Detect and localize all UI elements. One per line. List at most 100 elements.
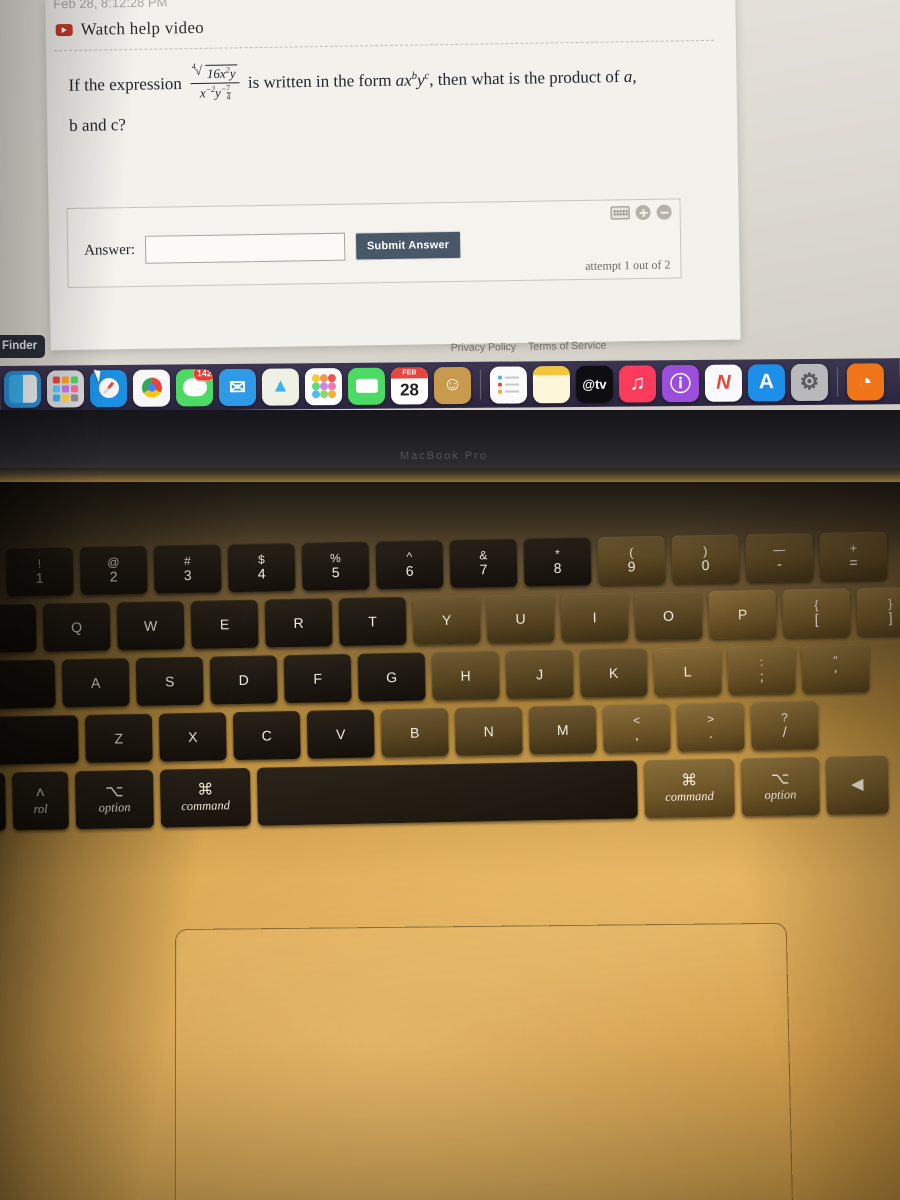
key-;[interactable]: :; xyxy=(727,645,796,695)
key-z[interactable]: Z xyxy=(84,713,153,764)
key-5[interactable]: % 5 xyxy=(301,541,370,591)
key-=[interactable]: + = xyxy=(819,531,888,581)
key-m[interactable]: M xyxy=(528,705,597,755)
key-upper-label: ? xyxy=(781,710,788,725)
key-c[interactable]: C xyxy=(232,710,301,761)
keyboard-home-row[interactable]: A S D F G H J K L:; " ' xyxy=(0,643,900,710)
key-g[interactable]: G xyxy=(357,652,426,702)
keyboard-qwerty-row[interactable]: Q W E R T Y U I O P {[}] xyxy=(0,586,900,654)
key-/[interactable]: ? / xyxy=(750,700,819,751)
zoom-out-icon[interactable] xyxy=(656,204,672,220)
finder-menu-label[interactable]: Finder xyxy=(0,335,46,358)
privacy-policy-link[interactable]: Privacy Policy xyxy=(451,341,517,354)
key-w[interactable]: W xyxy=(116,601,185,651)
dock-icon-calendar[interactable]: FEB 28 xyxy=(390,366,429,405)
key-0[interactable]: ) 0 xyxy=(671,534,740,584)
dock-icon-system-preferences[interactable]: ⚙ xyxy=(790,363,829,401)
key-i[interactable]: I xyxy=(560,592,629,642)
key-x[interactable]: X xyxy=(158,712,227,762)
key-9[interactable]: (9 xyxy=(597,535,666,586)
key-4[interactable]: $4 xyxy=(227,542,296,593)
zoom-in-icon[interactable] xyxy=(635,204,651,221)
key-f[interactable]: F xyxy=(283,653,352,704)
dock-icon-maps[interactable]: ▲ xyxy=(261,367,300,406)
key-p[interactable]: P xyxy=(708,589,777,640)
key-[[interactable]: {[ xyxy=(782,588,851,638)
dock-icon-podcasts[interactable]: ⓘ xyxy=(661,364,700,402)
dock-icon-facetime[interactable] xyxy=(347,367,386,405)
key-6[interactable]: ^ 6 xyxy=(375,540,444,590)
key-e[interactable]: E xyxy=(190,599,259,649)
key-upper-label: * xyxy=(554,546,560,561)
key-b[interactable]: B xyxy=(380,708,449,758)
dock-icon-music[interactable]: ♫ xyxy=(618,364,657,403)
key-label: 9 xyxy=(627,558,636,575)
dock-icon-notes[interactable] xyxy=(532,365,571,403)
key-y[interactable]: Y xyxy=(412,595,481,645)
key-n[interactable]: N xyxy=(454,706,523,756)
key-d[interactable]: D xyxy=(209,655,278,705)
key-option-right[interactable]: ⌥ option xyxy=(740,756,820,817)
key-t[interactable]: T xyxy=(338,596,407,647)
watch-help-video-link[interactable]: Watch help video xyxy=(55,18,205,40)
key-8[interactable]: * 8 xyxy=(523,537,592,587)
key-'[interactable]: " ' xyxy=(801,643,870,694)
key-1[interactable]: ! 1 xyxy=(5,547,74,597)
dock-icon-news[interactable]: N xyxy=(704,364,743,402)
dock-icon-mail[interactable]: ✉ xyxy=(218,368,257,406)
key-s[interactable]: S xyxy=(135,656,204,707)
key-modifier-label: option xyxy=(98,800,131,816)
key--[interactable]: — - xyxy=(745,533,814,583)
dock-icon-messages[interactable]: 142 xyxy=(175,368,214,406)
key-u[interactable]: U xyxy=(486,593,555,644)
key-tab[interactable] xyxy=(0,603,37,654)
key-control[interactable]: ˄ rol xyxy=(11,771,70,831)
terms-of-service-link[interactable]: Terms of Service xyxy=(528,340,606,353)
dock-icon-launchpad[interactable] xyxy=(46,369,85,408)
key-l[interactable]: L xyxy=(653,646,722,697)
key-][interactable]: }] xyxy=(856,586,900,637)
key-r[interactable]: R xyxy=(264,598,333,648)
submit-answer-button[interactable]: Submit Answer xyxy=(354,230,462,261)
key-label: M xyxy=(556,721,569,738)
key-2[interactable]: @2 xyxy=(79,545,148,596)
key-label: L xyxy=(683,663,692,680)
key-,[interactable]: <, xyxy=(602,703,671,754)
dock-icon-apple-tv[interactable]: @tv xyxy=(575,365,614,403)
key-.[interactable]: >. xyxy=(676,702,745,752)
dock-icon-chrome[interactable] xyxy=(132,369,171,407)
key-label: 4 xyxy=(257,565,266,582)
dock-icon-photos[interactable] xyxy=(304,367,343,405)
dock-icon-finder[interactable] xyxy=(3,370,42,408)
key-capslock[interactable] xyxy=(0,659,56,710)
key-h[interactable]: H xyxy=(431,651,500,701)
dock-icon-app-store[interactable]: A xyxy=(747,363,786,401)
key-control-caret[interactable]: ˄ xyxy=(0,772,7,832)
key-arrow-left[interactable]: ◀ xyxy=(825,755,889,815)
key-q[interactable]: Q xyxy=(42,602,111,652)
key-modifier-glyph: ⌥ xyxy=(104,782,124,801)
key-3[interactable]: #3 xyxy=(153,544,222,594)
dock-icon-reminders[interactable] xyxy=(489,365,528,404)
key-a[interactable]: A xyxy=(61,658,130,708)
key-o[interactable]: O xyxy=(634,591,703,641)
key-option-left[interactable]: ⌥ option xyxy=(74,769,155,830)
key-shift[interactable] xyxy=(0,715,79,766)
key-j[interactable]: J xyxy=(505,649,574,699)
key-k[interactable]: K xyxy=(579,648,648,698)
key-command-right[interactable]: ⌘ command xyxy=(643,758,735,819)
answer-input[interactable] xyxy=(144,232,346,264)
macos-dock[interactable]: 142 ✉ ▲ FEB 28 ☺ @tv ♫ ⓘ N A ⚙ ◔ xyxy=(0,358,900,412)
dock-icon-origin[interactable]: ◔ xyxy=(846,362,885,401)
laptop-keyboard[interactable]: ! 1 @2 #3 $4% 5 ^ 6 & 7 * 8(9) 0— - + = Q W E R T Y U I O P{[}] … xyxy=(0,531,900,910)
dock-icon-contacts[interactable]: ☺ xyxy=(433,366,472,404)
keyboard-modifier-row[interactable]: ˄˄rol⌥option⌘command⌘command⌥option◀ xyxy=(0,755,900,832)
keyboard-icon[interactable] xyxy=(610,206,630,220)
trackpad[interactable] xyxy=(174,922,794,1200)
key-command-left[interactable]: ⌘ command xyxy=(159,767,251,828)
key-label: D xyxy=(238,671,249,689)
key-space[interactable] xyxy=(256,760,638,826)
keyboard-zxcv-row[interactable]: Z X C V B N M <, >.? / xyxy=(0,699,900,766)
key-7[interactable]: & 7 xyxy=(449,538,518,588)
key-v[interactable]: V xyxy=(306,709,375,759)
